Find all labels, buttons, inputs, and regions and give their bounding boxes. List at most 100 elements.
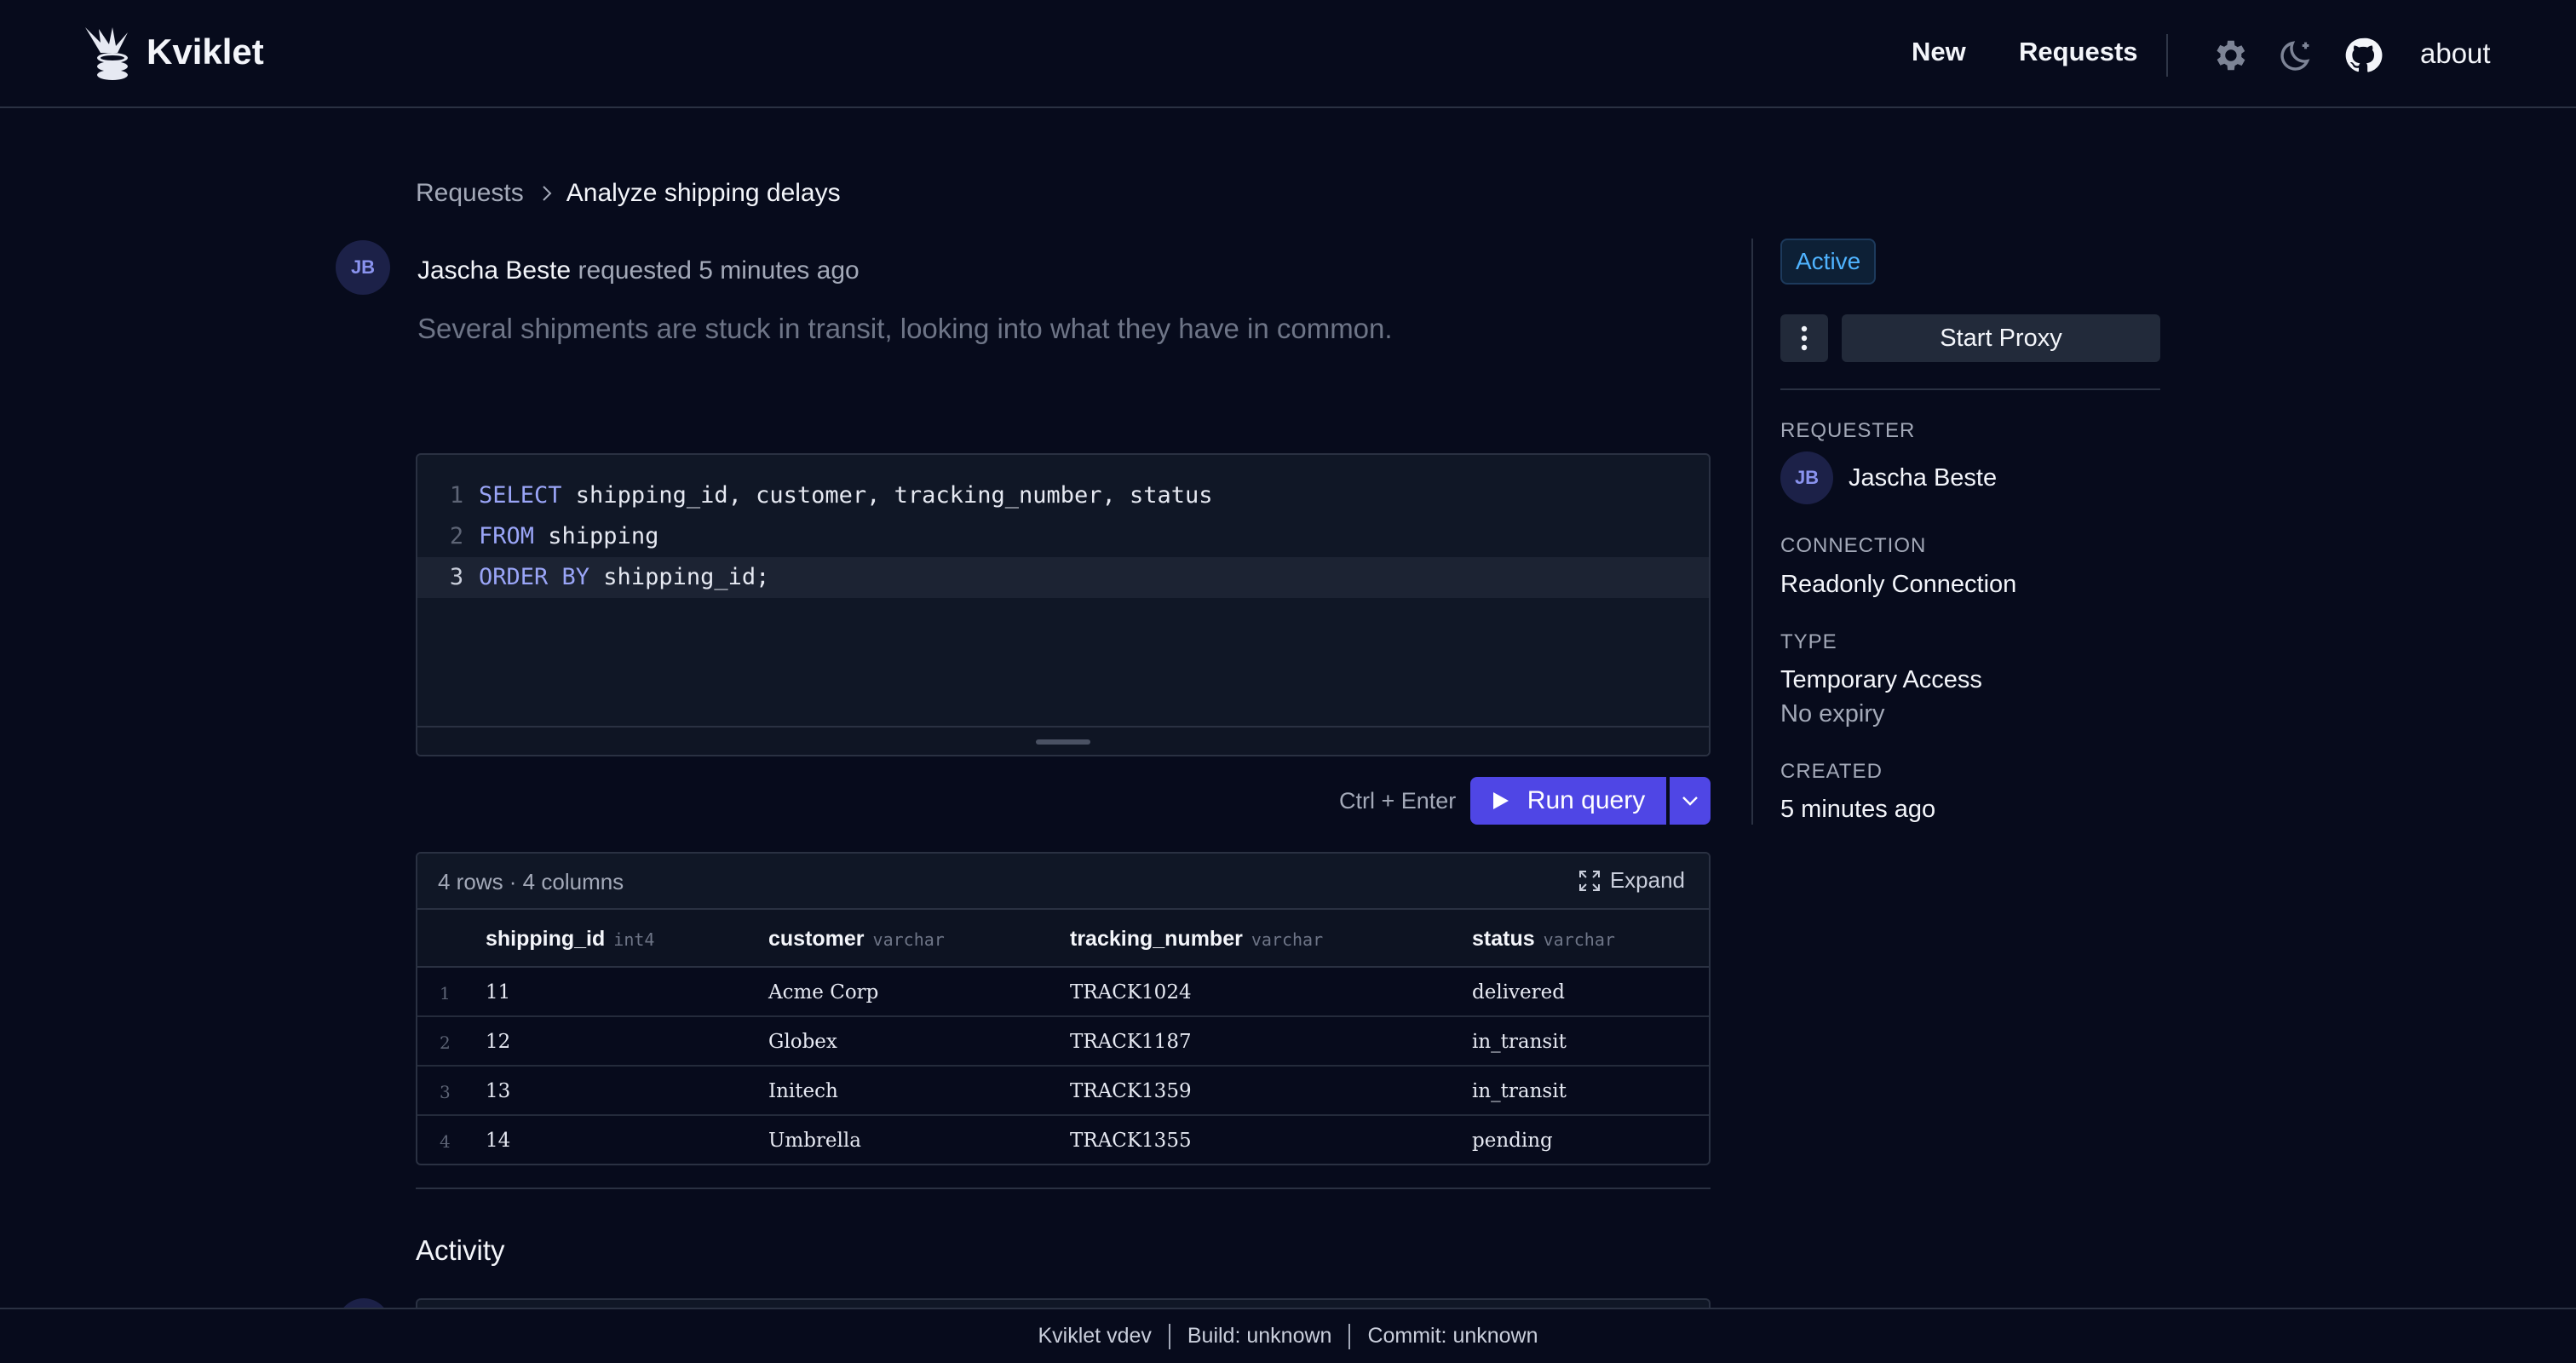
run-shortcut-hint: Ctrl + Enter [1339, 788, 1457, 814]
chevron-right-icon [543, 186, 552, 201]
logo-link[interactable]: Kviklet [83, 24, 264, 80]
connection-value: Readonly Connection [1780, 571, 2017, 598]
created-label: CREATED [1780, 760, 1883, 783]
play-icon [1492, 792, 1509, 809]
request-description: Several shipments are stuck in transit, … [417, 313, 1393, 344]
activity-heading: Activity [416, 1234, 505, 1266]
column-header[interactable]: status varchar [1472, 927, 1615, 952]
more-options-button[interactable] [1780, 314, 1828, 362]
sql-text: shipping_id; [589, 564, 770, 590]
cell[interactable]: TRACK1024 [1070, 981, 1192, 1004]
expand-label: Expand [1609, 867, 1685, 893]
breadcrumb-current: Analyze shipping delays [566, 179, 841, 207]
request-action: requested [578, 256, 692, 285]
kviklet-logo-icon [85, 27, 128, 80]
status-badge: Active [1780, 239, 1877, 285]
results-table: 4 rows · 4 columns Expand shipping_id int… [416, 852, 1711, 1165]
cell[interactable]: 11 [486, 981, 510, 1004]
column-header[interactable]: shipping_id int4 [486, 927, 654, 952]
request-time: 5 minutes ago [699, 256, 860, 285]
sql-keyword: ORDER BY [479, 564, 590, 590]
table-header: shipping_id int4 customer varchar tracking… [417, 910, 1709, 968]
breadcrumb: Requests Analyze shipping delays [416, 179, 841, 208]
footer-build: Build: unknown [1187, 1324, 1332, 1348]
expand-button[interactable]: Expand [1578, 867, 1685, 894]
code-line: 1 SELECT shipping_id, customer, tracking… [417, 475, 1709, 516]
sidebar-rule [1780, 388, 2160, 390]
type-expiry: No expiry [1780, 700, 1885, 728]
line-number: 3 [449, 564, 464, 590]
requester-avatar: JB [336, 240, 390, 295]
results-toolbar: 4 rows · 4 columns Expand [417, 854, 1709, 910]
start-proxy-button[interactable]: Start Proxy [1842, 314, 2160, 362]
editor-resize-bar [417, 726, 1709, 755]
cell[interactable]: in_transit [1472, 1031, 1567, 1053]
requester-name: Jascha Beste [417, 256, 572, 285]
cell[interactable]: 13 [486, 1080, 510, 1102]
cell[interactable]: TRACK1355 [1070, 1130, 1192, 1152]
section-divider [416, 1188, 1711, 1189]
footer-separator [1348, 1323, 1351, 1349]
cell[interactable]: 14 [486, 1130, 510, 1152]
type-label: TYPE [1780, 630, 1837, 653]
nav-divider [2166, 34, 2168, 77]
sql-keyword: SELECT [479, 482, 562, 509]
cell[interactable]: TRACK1187 [1070, 1031, 1192, 1053]
table-row: 2 12 Globex TRACK1187 in_transit [417, 1017, 1709, 1067]
cell[interactable]: delivered [1472, 981, 1565, 1004]
cell[interactable]: Acme Corp [768, 981, 878, 1004]
run-options-dropdown[interactable] [1670, 777, 1711, 825]
line-number: 2 [449, 523, 464, 549]
column-header[interactable]: customer varchar [768, 927, 945, 952]
nav-requests-link[interactable]: Requests [2019, 37, 2138, 67]
top-navbar: Kviklet New Requests about [0, 0, 2576, 108]
table-row: 1 11 Acme Corp TRACK1024 delivered [417, 968, 1709, 1017]
request-meta: Jascha Beste requested 5 minutes ago [417, 256, 860, 285]
cell[interactable]: Globex [768, 1031, 837, 1053]
cell[interactable]: Umbrella [768, 1130, 861, 1152]
github-icon[interactable] [2343, 36, 2383, 75]
footer-version: Kviklet vdev [1038, 1324, 1152, 1348]
cell[interactable]: in_transit [1472, 1080, 1567, 1102]
table-row: 4 14 Umbrella TRACK1355 pending [417, 1116, 1709, 1164]
footer: Kviklet vdev Build: unknown Commit: unkn… [0, 1308, 2576, 1363]
app-name: Kviklet [147, 32, 264, 72]
column-header[interactable]: tracking_number varchar [1070, 927, 1323, 952]
cell[interactable]: 12 [486, 1031, 510, 1053]
settings-icon[interactable] [2210, 36, 2249, 75]
created-value: 5 minutes ago [1780, 796, 1936, 823]
chevron-down-icon [1682, 797, 1698, 806]
code-line-active: 3 ORDER BY shipping_id; [417, 557, 1709, 598]
sidebar-requester-avatar: JB [1780, 451, 1833, 504]
resize-handle[interactable] [1036, 739, 1090, 745]
cell[interactable]: pending [1472, 1130, 1553, 1152]
theme-toggle-icon[interactable] [2278, 36, 2317, 75]
row-number: 1 [440, 983, 451, 1004]
cell[interactable]: Initech [768, 1080, 838, 1102]
sidebar-requester-name: Jascha Beste [1849, 464, 1998, 492]
sql-text: shipping_id, customer, tracking_number, … [561, 482, 1213, 509]
connection-label: CONNECTION [1780, 534, 1927, 557]
sql-text: shipping [534, 523, 659, 549]
line-number: 1 [449, 482, 464, 509]
sql-keyword: FROM [479, 523, 535, 549]
run-query-label: Run query [1527, 786, 1646, 814]
footer-commit: Commit: unknown [1367, 1324, 1538, 1348]
table-row: 3 13 Initech TRACK1359 in_transit [417, 1067, 1709, 1116]
cell[interactable]: TRACK1359 [1070, 1080, 1192, 1102]
sidebar-divider [1751, 239, 1753, 825]
code-line: 2 FROM shipping [417, 516, 1709, 557]
run-query-button[interactable]: Run query [1470, 777, 1666, 825]
nav-about-link[interactable]: about [2420, 37, 2491, 70]
row-number: 2 [440, 1032, 451, 1053]
row-number: 4 [440, 1131, 451, 1152]
nav-new-link[interactable]: New [1912, 37, 1966, 67]
type-value: Temporary Access [1780, 666, 1982, 693]
kebab-menu-icon [1801, 325, 1808, 351]
requester-label: REQUESTER [1780, 419, 1916, 442]
row-number: 3 [440, 1082, 451, 1102]
sql-editor[interactable]: 1 SELECT shipping_id, customer, tracking… [416, 453, 1711, 756]
expand-icon [1578, 870, 1600, 891]
footer-separator [1168, 1323, 1170, 1349]
breadcrumb-requests-link[interactable]: Requests [416, 179, 524, 208]
